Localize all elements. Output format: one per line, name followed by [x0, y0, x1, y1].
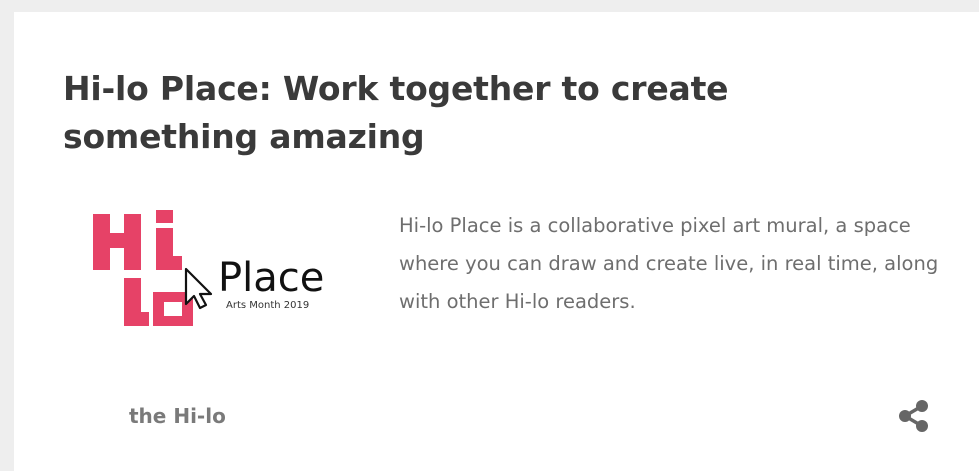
- card-description: Hi-lo Place is a collaborative pixel art…: [399, 214, 939, 313]
- logo-place-wordmark: Place: [218, 255, 324, 301]
- share-icon[interactable]: [897, 398, 931, 434]
- link-preview-card[interactable]: Hi-lo Place: Work together to create som…: [14, 12, 979, 471]
- card-title[interactable]: Hi-lo Place: Work together to create som…: [63, 65, 843, 161]
- page: Hi-lo Place: Work together to create som…: [0, 0, 979, 471]
- card-author[interactable]: the Hi-lo: [129, 402, 226, 430]
- hi-lo-place-logo: Place Arts Month 2019: [93, 210, 324, 326]
- logo-subtitle: Arts Month 2019: [226, 300, 309, 311]
- card-title-link[interactable]: Hi-lo Place: Work together to create som…: [63, 69, 729, 156]
- logo-o-counter: [164, 302, 182, 316]
